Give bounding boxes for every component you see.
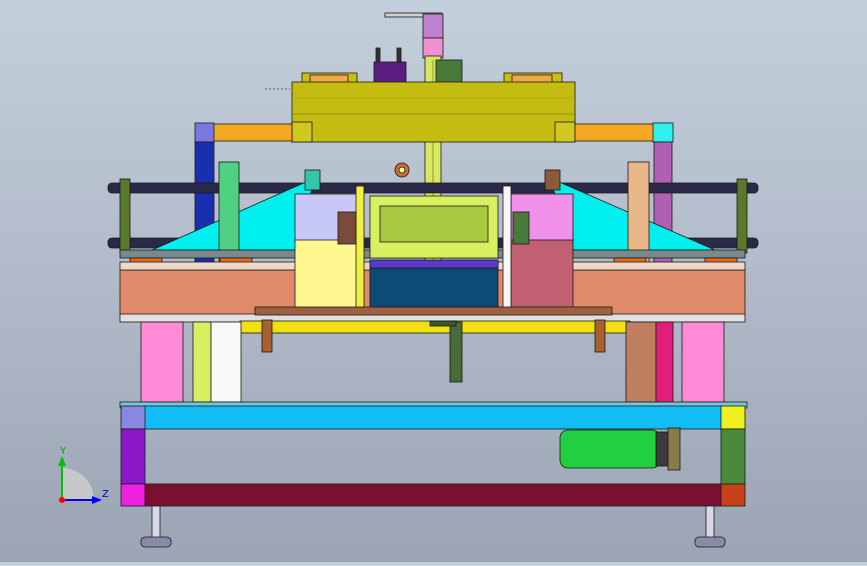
right-magenta-leg [655,321,674,403]
right-foot-stem [705,505,715,539]
z-axis-label: Z [102,489,109,500]
base-right-foot-block [720,483,746,507]
base-cyan-beam [143,405,723,430]
motor-sprocket [667,427,681,471]
left-pink-leg [140,321,184,403]
left-sprocket [261,319,273,353]
slider-rail [254,306,613,316]
purple-bar [369,259,499,269]
base-left-foot-block [120,483,146,507]
top-plate-right-notch [554,121,576,143]
left-green-post [218,161,240,263]
right-pink-leg [681,321,725,403]
y-axis-label: Y [59,446,67,457]
top-plate [291,81,576,143]
triad-origin [59,497,65,503]
left-gear-block [337,211,357,245]
cylinder-left-rod [375,47,381,65]
base-right-post [720,428,746,485]
right-brown-leg [625,321,657,403]
guide-green-bracket [435,59,463,85]
left-corner-block [194,122,215,143]
navy-box [369,261,499,309]
left-lime-leg [192,321,212,403]
centre-slide [379,205,489,243]
left-slider-bar [355,185,365,311]
right-top-beam [574,123,656,142]
base-right-corner [720,405,746,430]
upper-rail [107,182,759,194]
right-gear-block [512,211,530,245]
base-maroon-beam [143,483,723,507]
cylinder-right-rod [396,47,402,65]
left-foot-stem [151,505,161,539]
right-rail-bracket [736,178,748,254]
left-rail-bracket [119,178,131,254]
right-slider-bar [502,185,512,311]
green-motor [559,429,661,469]
left-top-beam [211,123,293,142]
centre-bracket [449,321,463,383]
right-rose-block [510,239,574,311]
base-left-post [120,428,146,485]
left-foot-pad [140,536,172,548]
left-small-post [304,169,321,191]
right-small-post [544,169,561,191]
base-left-corner [120,405,146,430]
top-plate-left-notch [291,121,313,143]
coordinate-triad: Y Z [58,446,109,504]
right-tan-post [627,161,650,263]
right-corner-block [652,122,674,143]
left-white-leg [210,321,242,403]
right-sprocket [594,319,606,353]
pink-guide-rod [422,37,444,59]
cad-viewport[interactable]: Y Z [0,0,867,562]
machine-assembly-drawing: Y Z [58,12,759,548]
left-yellow-block [294,239,358,311]
top-purple-cap [422,13,444,39]
right-foot-pad [694,536,726,548]
centre-bracket-top [429,320,457,327]
